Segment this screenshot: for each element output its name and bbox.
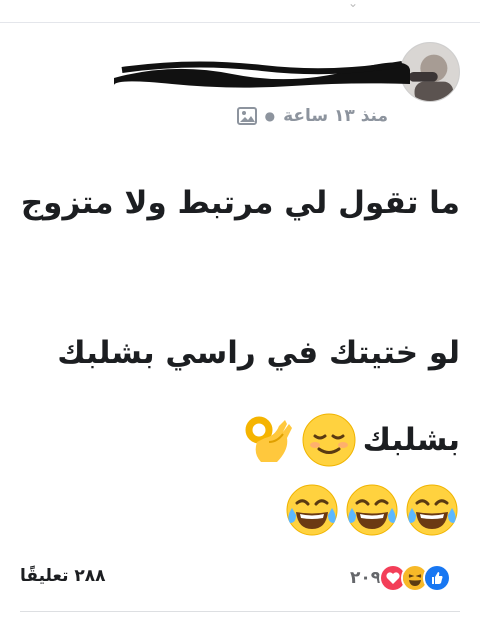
timestamp[interactable]: منذ ١٣ ساعة	[283, 106, 388, 126]
post-footer: ٢٠٩ ٢٨٨ تعليقًا	[0, 554, 480, 594]
tears-of-joy-icon	[344, 483, 400, 539]
tears-of-joy-icon	[284, 483, 340, 539]
like-reaction-icon	[423, 564, 452, 592]
tears-of-joy-icon	[404, 483, 460, 539]
relieved-face-icon	[301, 412, 357, 468]
redacted-username[interactable]	[112, 52, 412, 92]
dropdown-arrow-icon[interactable]: ⌄	[348, 0, 358, 10]
reactions-summary[interactable]: ٢٠٩	[350, 564, 452, 592]
footer-divider	[20, 611, 460, 612]
comments-count[interactable]: ٢٨٨ تعليقًا	[20, 566, 106, 586]
post-line-3: بشلبك	[239, 412, 460, 468]
post-line-2: لو ختيتك في راسي بشلبك	[57, 335, 460, 371]
post-meta: منذ ١٣ ساعة ●	[236, 106, 388, 126]
post-line-3-text: بشلبك	[362, 421, 460, 458]
ok-hand-icon	[239, 412, 295, 468]
separator-dot: ●	[264, 109, 276, 123]
post-header: منذ ١٣ ساعة ●	[20, 42, 460, 132]
post-line-1: ما تقول لي مرتبط ولا متزوج	[20, 185, 460, 221]
reaction-count[interactable]: ٢٠٩	[350, 568, 381, 588]
top-strip: ⌄	[0, 0, 480, 23]
photo-icon	[236, 107, 257, 125]
post-card: منذ ١٣ ساعة ● ما تقول لي مرتبط ولا متزوج…	[0, 22, 480, 619]
post-line-4	[284, 483, 460, 539]
